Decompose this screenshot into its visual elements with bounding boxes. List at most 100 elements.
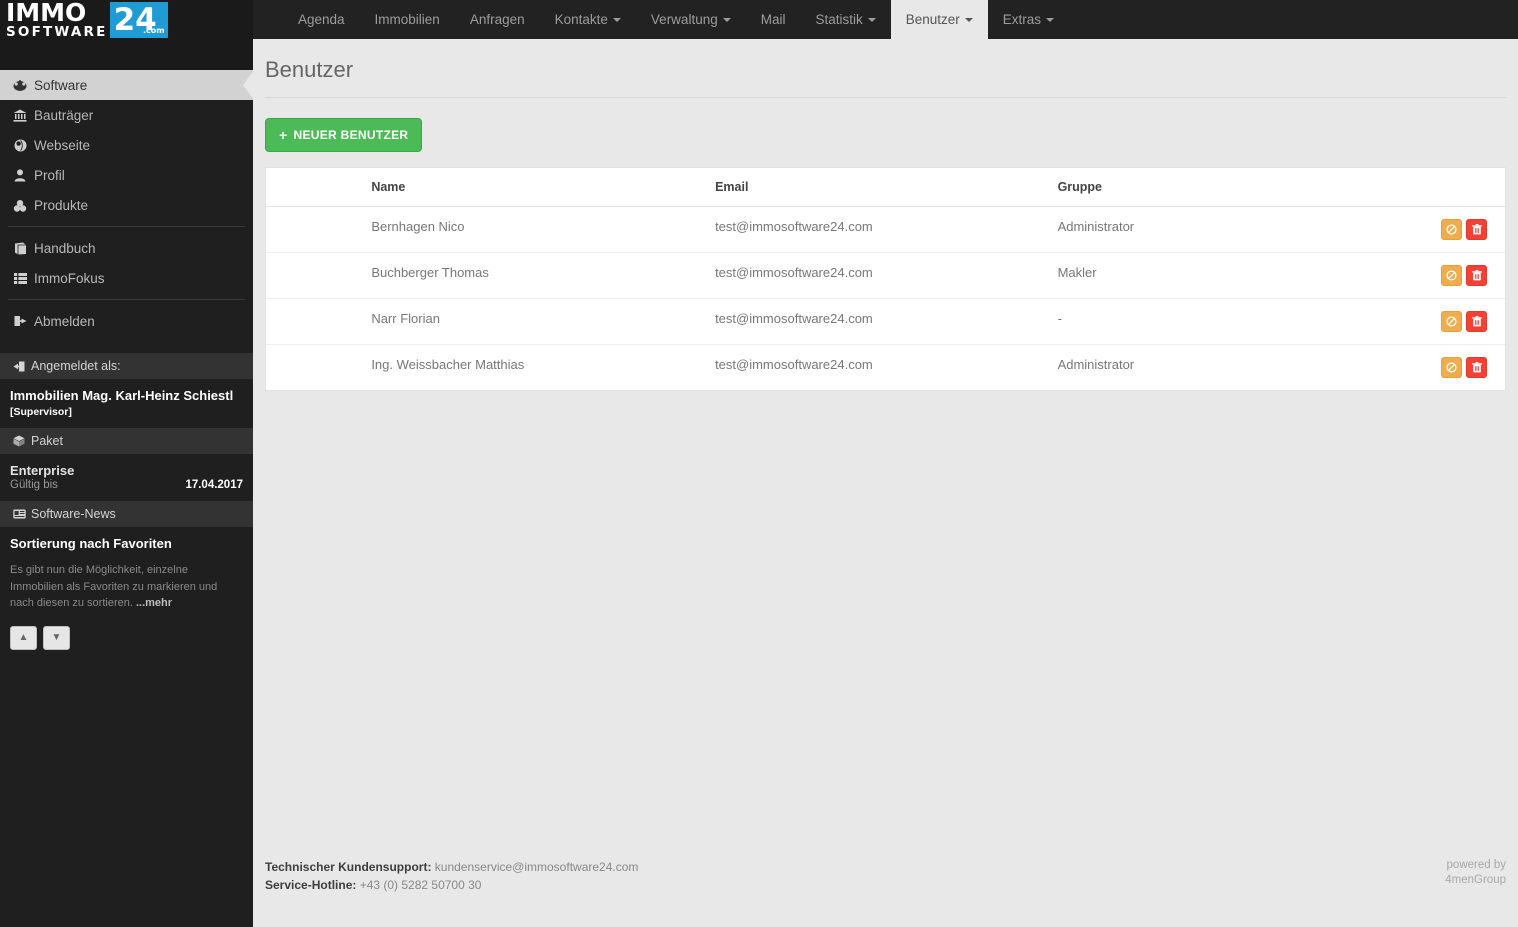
sidebar-item-webseite[interactable]: Webseite <box>0 130 253 160</box>
plus-icon: + <box>279 127 288 143</box>
footer-powered-name: 4menGroup <box>1445 874 1506 887</box>
logged-in-header: Angemeldet als: <box>0 353 253 379</box>
cell-name: Ing. Weissbacher Matthias <box>371 357 525 372</box>
paket-label: Paket <box>31 434 63 449</box>
book-icon <box>9 242 31 255</box>
table-row[interactable]: Ing. Weissbacher Matthias test@immosoftw… <box>266 345 1505 391</box>
chevron-down-icon <box>612 17 621 22</box>
chevron-down-icon <box>1046 17 1055 22</box>
sidebar-item-label: Webseite <box>34 137 91 153</box>
signout-icon <box>9 315 31 327</box>
table-row[interactable]: Narr Florian test@immosoftware24.com - <box>266 298 1505 345</box>
nav-label: Anfragen <box>469 12 525 27</box>
table-row[interactable]: Bernhagen Nico test@immosoftware24.com A… <box>266 206 1505 253</box>
sidebar-divider-1 <box>8 226 245 227</box>
paket-body: Enterprise Gültig bis 17.04.2017 <box>0 454 253 502</box>
news-next-button[interactable]: ▼ <box>43 625 70 650</box>
sidebar-nav-logout: Abmelden <box>0 306 253 336</box>
trash-icon <box>1471 362 1482 373</box>
sidebar-item-label: Software <box>34 77 88 93</box>
footer-support-email[interactable]: kundenservice@immosoftware24.com <box>431 860 639 874</box>
footer-support-line: Technischer Kundensupport: kundenservice… <box>265 858 638 877</box>
nav-label: Kontakte <box>554 12 608 27</box>
news-text-body: Es gibt nun die Möglichkeit, einzelne Im… <box>10 564 218 610</box>
ban-icon <box>1446 362 1457 373</box>
column-header-email: Email <box>705 168 1048 207</box>
sidebar-item-label: Profil <box>34 167 65 183</box>
newspaper-icon <box>9 509 29 519</box>
news-title: Sortierung nach Favoriten <box>10 536 172 552</box>
nav-label: Immobilien <box>374 12 440 27</box>
paket-name: Enterprise <box>10 463 75 479</box>
footer: Technischer Kundensupport: kundenservice… <box>265 858 1506 895</box>
ban-user-button[interactable] <box>1441 265 1462 286</box>
chevron-down-icon <box>964 17 973 22</box>
footer-support-label: Technischer Kundensupport: <box>265 859 432 874</box>
cell-name: Buchberger Thomas <box>361 252 706 299</box>
logo-software-text: SOFTWARE <box>6 24 108 41</box>
delete-user-button[interactable] <box>1466 219 1487 240</box>
users-table: Name Email Gruppe Bernhagen Nico test@im… <box>266 168 1505 390</box>
ban-icon <box>1446 316 1457 327</box>
nav-verwaltung[interactable]: Verwaltung <box>636 0 746 39</box>
cell-gruppe: Makler <box>1047 252 1426 299</box>
user-icon <box>9 168 31 182</box>
dashboard-icon <box>9 79 31 91</box>
footer-powered: powered by 4menGroup <box>1445 858 1506 889</box>
footer-hotline-label: Service-Hotline: <box>265 878 357 893</box>
logo[interactable]: IMMO SOFTWARE 24 .com <box>0 0 253 70</box>
cell-name: Bernhagen Nico <box>361 206 706 253</box>
nav-statistik[interactable]: Statistik <box>800 0 890 39</box>
delete-user-button[interactable] <box>1466 311 1487 332</box>
nav-label: Benutzer <box>905 12 960 27</box>
table-header-row: Name Email Gruppe <box>266 168 1505 207</box>
chevron-down-icon <box>867 17 876 22</box>
ban-icon <box>1446 224 1457 235</box>
bank-icon <box>9 109 31 122</box>
logo-immo-text: IMMO <box>6 0 87 28</box>
delete-user-button[interactable] <box>1466 357 1487 378</box>
nav-label: Verwaltung <box>650 12 718 27</box>
column-header-spacer <box>266 168 362 207</box>
news-more-link[interactable]: ...mehr <box>136 597 172 609</box>
sidebar-item-abmelden[interactable]: Abmelden <box>0 306 253 336</box>
sidebar-item-bautraeger[interactable]: Bauträger <box>0 100 253 130</box>
row-spacer <box>266 206 362 253</box>
main-content: Benutzer + NEUER BENUTZER Name Email Grup… <box>253 39 1518 927</box>
page-title: Benutzer <box>265 39 1506 98</box>
new-user-button[interactable]: + NEUER BENUTZER <box>265 118 423 152</box>
ban-user-button[interactable] <box>1441 357 1462 378</box>
ban-user-button[interactable] <box>1441 219 1462 240</box>
sidebar-item-software[interactable]: Software <box>0 70 254 100</box>
table-row[interactable]: Buchberger Thomas test@immosoftware24.co… <box>266 252 1505 299</box>
news-prev-button[interactable]: ▲ <box>10 625 37 650</box>
nav-extras[interactable]: Extras <box>988 0 1069 39</box>
nav-mail[interactable]: Mail <box>746 0 801 39</box>
chevron-up-icon: ▲ <box>18 632 29 644</box>
trash-icon <box>1471 316 1482 327</box>
new-user-button-label: NEUER BENUTZER <box>293 128 409 142</box>
sidebar-item-produkte[interactable]: Produkte <box>0 190 253 220</box>
nav-agenda[interactable]: Agenda <box>283 0 360 39</box>
sidebar-item-label: Bauträger <box>34 107 94 123</box>
nav-benutzer[interactable]: Benutzer <box>890 0 988 39</box>
app-root: IMMO SOFTWARE 24 .com Software Bauträger… <box>0 0 1518 927</box>
sidebar-item-immofokus[interactable]: ImmoFokus <box>0 263 253 293</box>
cell-gruppe: Administrator <box>1057 357 1135 372</box>
sidebar-item-handbuch[interactable]: Handbuch <box>0 233 253 263</box>
ban-user-button[interactable] <box>1441 311 1462 332</box>
sidebar-item-profil[interactable]: Profil <box>0 160 253 190</box>
row-spacer <box>266 252 362 299</box>
news-text: Es gibt nun die Möglichkeit, einzelne Im… <box>10 562 243 612</box>
nav-anfragen[interactable]: Anfragen <box>455 0 540 39</box>
paket-header: Paket <box>0 428 253 455</box>
nav-label: Mail <box>760 12 786 27</box>
delete-user-button[interactable] <box>1466 265 1487 286</box>
nav-kontakte[interactable]: Kontakte <box>540 0 636 39</box>
nav-immobilien[interactable]: Immobilien <box>360 0 455 39</box>
logged-in-user-role: [Supervisor] <box>10 406 72 419</box>
logged-in-label: Angemeldet als: <box>31 359 121 373</box>
row-spacer <box>266 298 362 345</box>
footer-powered-label: powered by <box>1446 858 1506 871</box>
paket-valid-label: Gültig bis <box>10 479 58 492</box>
